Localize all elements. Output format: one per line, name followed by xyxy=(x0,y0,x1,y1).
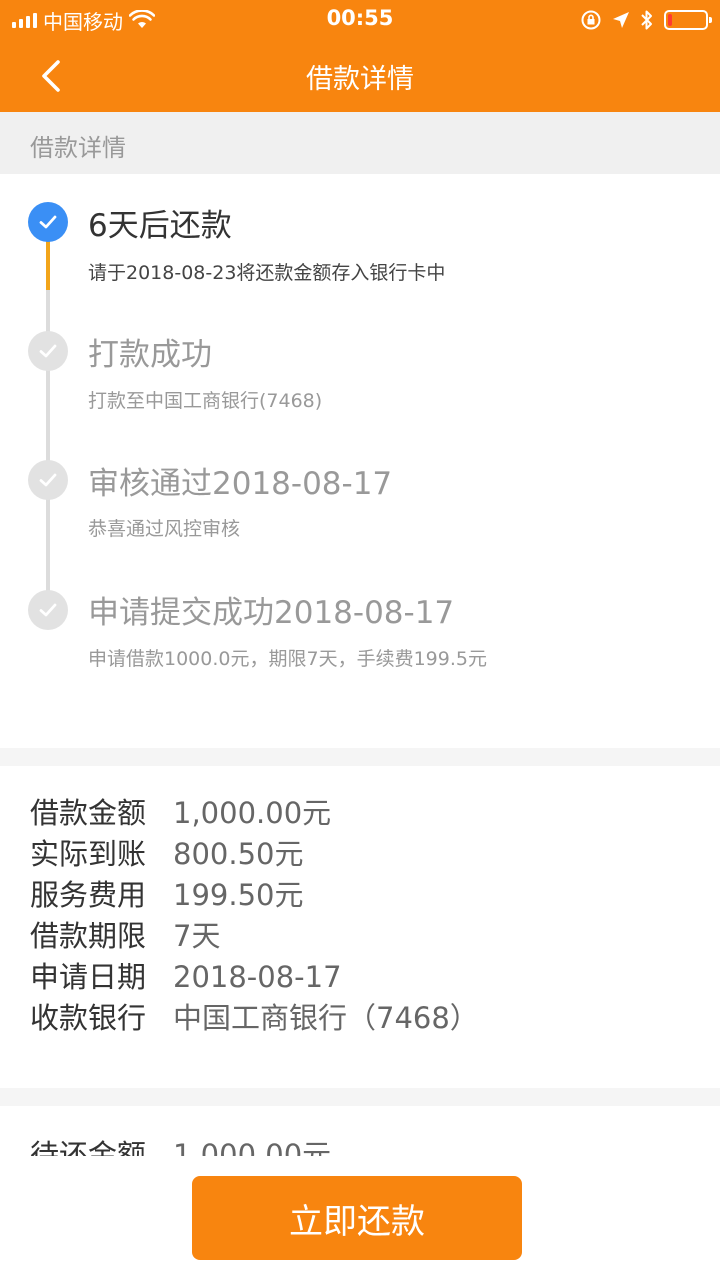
detail-value: 800.50元 xyxy=(173,837,304,871)
detail-label: 收款银行 xyxy=(30,1001,147,1035)
detail-row: 借款金额 1,000.00元 xyxy=(30,790,331,832)
step-desc: 打款至中国工商银行(7468) xyxy=(88,390,323,412)
check-icon xyxy=(28,331,68,371)
check-icon xyxy=(28,202,68,242)
loan-details: 借款金额 1,000.00元 实际到账 800.50元 服务费用 199.50元 借款… xyxy=(0,766,720,1088)
detail-label: 借款金额 xyxy=(30,796,147,830)
step-title: 6天后还款 xyxy=(88,208,232,244)
detail-label: 待还金额 xyxy=(30,1138,147,1156)
status-bar: 中国移动 00:55 xyxy=(0,0,720,40)
rotation-lock-icon xyxy=(581,10,601,30)
detail-row: 借款期限 7天 xyxy=(30,913,220,955)
detail-label: 服务费用 xyxy=(30,878,147,912)
step-title: 申请提交成功2018-08-17 xyxy=(88,595,455,631)
detail-label: 借款期限 xyxy=(30,919,147,953)
detail-value: 1,000.00元 xyxy=(173,796,332,830)
step-desc: 请于2018-08-23将还款金额存入银行卡中 xyxy=(88,262,446,284)
repay-now-button[interactable]: 立即还款 xyxy=(192,1176,522,1260)
bluetooth-icon xyxy=(641,10,652,30)
detail-label: 申请日期 xyxy=(30,960,147,994)
step-title: 审核通过2018-08-17 xyxy=(88,466,393,502)
detail-row: 申请日期 2018-08-17 xyxy=(30,954,342,996)
check-icon xyxy=(28,590,68,630)
bottom-action-bar: 立即还款 xyxy=(0,1156,720,1280)
detail-row: 收款银行 中国工商银行（7468） xyxy=(30,995,479,1037)
status-right xyxy=(580,8,712,32)
section-header: 借款详情 xyxy=(0,112,720,174)
top-bar: 中国移动 00:55 借款详情 xyxy=(0,0,720,112)
detail-value: 199.50元 xyxy=(173,878,304,912)
step-desc: 申请借款1000.0元，期限7天，手续费199.5元 xyxy=(88,648,487,670)
detail-value: 中国工商银行（7468） xyxy=(173,1001,479,1035)
detail-row: 待还金额 1,000.00元 xyxy=(30,1132,331,1156)
location-icon xyxy=(613,12,629,28)
nav-bar: 借款详情 xyxy=(0,40,720,112)
detail-row: 服务费用 199.50元 xyxy=(30,872,303,914)
detail-value: 2018-08-17 xyxy=(173,960,342,994)
step-desc: 恭喜通过风控审核 xyxy=(88,518,241,540)
repay-details: 待还金额 1,000.00元 xyxy=(0,1106,720,1156)
detail-value: 7天 xyxy=(173,919,221,953)
check-icon xyxy=(28,460,68,500)
detail-row: 实际到账 800.50元 xyxy=(30,831,303,873)
detail-label: 实际到账 xyxy=(30,837,147,871)
section-title: 借款详情 xyxy=(30,134,126,162)
detail-value: 1,000.00元 xyxy=(173,1138,332,1156)
battery-icon xyxy=(664,10,712,30)
step-title: 打款成功 xyxy=(88,337,212,373)
progress-timeline: 6天后还款 请于2018-08-23将还款金额存入银行卡中 打款成功 打款至中国… xyxy=(0,174,720,748)
page-title: 借款详情 xyxy=(306,64,414,95)
